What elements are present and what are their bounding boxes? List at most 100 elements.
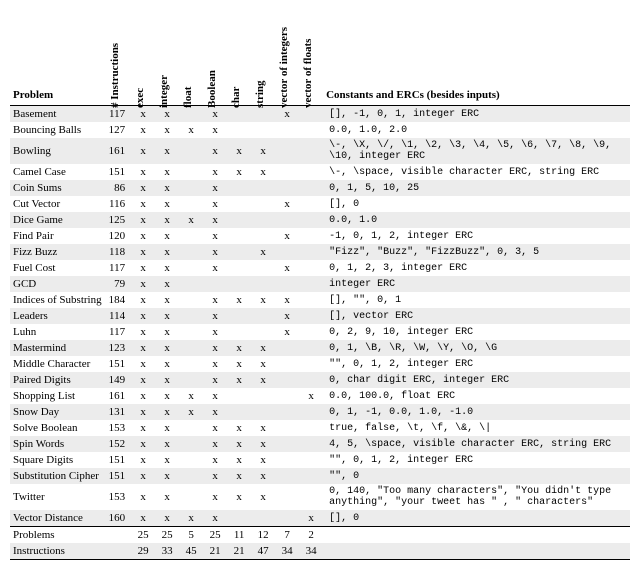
- type-mark: x: [155, 138, 179, 164]
- type-mark: [227, 308, 251, 324]
- table-row: Shopping List161xxxxx0.0, 100.0, float E…: [10, 388, 630, 404]
- type-mark: x: [131, 404, 155, 420]
- constants-cell: 0, 1, \B, \R, \W, \Y, \O, \G: [323, 340, 630, 356]
- type-mark: x: [131, 292, 155, 308]
- type-mark: x: [227, 484, 251, 510]
- constants-cell: "Fizz", "Buzz", "FizzBuzz", 0, 3, 5: [323, 244, 630, 260]
- type-mark: x: [227, 436, 251, 452]
- type-mark: [275, 356, 299, 372]
- constants-cell: true, false, \t, \f, \&, \|: [323, 420, 630, 436]
- type-mark: x: [179, 510, 203, 527]
- instructions-count: 79: [106, 276, 132, 292]
- type-mark: [227, 228, 251, 244]
- instructions-count: 123: [106, 340, 132, 356]
- type-mark: x: [203, 388, 227, 404]
- instructions-count: 161: [106, 138, 132, 164]
- instructions-count: 116: [106, 196, 132, 212]
- type-mark: [275, 138, 299, 164]
- type-mark: x: [275, 308, 299, 324]
- type-mark: [299, 484, 323, 510]
- summary-value: 47: [251, 543, 275, 560]
- table-row: Bowling161xxxxx\-, \X, \/, \1, \2, \3, \…: [10, 138, 630, 164]
- type-mark: x: [155, 468, 179, 484]
- type-mark: [251, 228, 275, 244]
- type-mark: [299, 196, 323, 212]
- type-mark: x: [203, 372, 227, 388]
- type-mark: [251, 388, 275, 404]
- problem-name: Coin Sums: [10, 180, 106, 196]
- problem-name: Bouncing Balls: [10, 122, 106, 138]
- type-mark: x: [155, 452, 179, 468]
- type-mark: [179, 340, 203, 356]
- constants-cell: -1, 0, 1, 2, integer ERC: [323, 228, 630, 244]
- constants-cell: 0.0, 100.0, float ERC: [323, 388, 630, 404]
- instructions-count: 125: [106, 212, 132, 228]
- type-mark: x: [155, 324, 179, 340]
- type-mark: x: [203, 292, 227, 308]
- instructions-count: 131: [106, 404, 132, 420]
- summary-value: 45: [179, 543, 203, 560]
- type-mark: x: [227, 372, 251, 388]
- type-mark: [299, 340, 323, 356]
- type-mark: x: [251, 484, 275, 510]
- instructions-count: 153: [106, 420, 132, 436]
- type-mark: [275, 420, 299, 436]
- type-mark: [251, 324, 275, 340]
- type-mark: x: [131, 244, 155, 260]
- type-mark: [251, 404, 275, 420]
- col-integer: integer: [155, 10, 179, 106]
- type-mark: x: [251, 420, 275, 436]
- table-row: Find Pair120xxxx-1, 0, 1, 2, integer ERC: [10, 228, 630, 244]
- type-mark: x: [275, 324, 299, 340]
- col-problem: Problem: [10, 10, 106, 106]
- instructions-count: 151: [106, 468, 132, 484]
- type-mark: x: [155, 484, 179, 510]
- type-mark: x: [131, 122, 155, 138]
- problem-name: Solve Boolean: [10, 420, 106, 436]
- type-mark: x: [131, 340, 155, 356]
- type-mark: [275, 468, 299, 484]
- instructions-count: 149: [106, 372, 132, 388]
- instructions-count: 160: [106, 510, 132, 527]
- type-mark: [299, 404, 323, 420]
- type-mark: [179, 484, 203, 510]
- col-char: char: [227, 10, 251, 106]
- problem-name: Basement: [10, 106, 106, 123]
- constants-cell: \-, \space, visible character ERC, strin…: [323, 164, 630, 180]
- type-mark: x: [203, 452, 227, 468]
- type-mark: [299, 244, 323, 260]
- type-mark: x: [155, 404, 179, 420]
- type-mark: x: [131, 388, 155, 404]
- type-mark: x: [203, 484, 227, 510]
- problem-name: Leaders: [10, 308, 106, 324]
- instructions-count: 184: [106, 292, 132, 308]
- type-mark: x: [155, 260, 179, 276]
- type-mark: x: [227, 468, 251, 484]
- type-mark: [275, 510, 299, 527]
- constants-cell: 0, 1, -1, 0.0, 1.0, -1.0: [323, 404, 630, 420]
- type-mark: x: [155, 196, 179, 212]
- problem-name: Indices of Substring: [10, 292, 106, 308]
- type-mark: x: [203, 340, 227, 356]
- type-mark: [227, 122, 251, 138]
- col-constants: Constants and ERCs (besides inputs): [323, 10, 630, 106]
- type-mark: x: [131, 212, 155, 228]
- type-mark: x: [251, 244, 275, 260]
- type-mark: [299, 276, 323, 292]
- type-mark: x: [203, 308, 227, 324]
- type-mark: x: [275, 228, 299, 244]
- type-mark: [275, 340, 299, 356]
- type-mark: x: [131, 196, 155, 212]
- type-mark: x: [203, 244, 227, 260]
- type-mark: x: [155, 510, 179, 527]
- problem-name: Luhn: [10, 324, 106, 340]
- instructions-count: 152: [106, 436, 132, 452]
- type-mark: x: [203, 404, 227, 420]
- type-mark: [179, 244, 203, 260]
- type-mark: x: [131, 452, 155, 468]
- table-row: Substitution Cipher151xxxxx"", 0: [10, 468, 630, 484]
- constants-cell: "", 0: [323, 468, 630, 484]
- type-mark: x: [155, 436, 179, 452]
- constants-cell: [], -1, 0, 1, integer ERC: [323, 106, 630, 123]
- type-mark: [179, 308, 203, 324]
